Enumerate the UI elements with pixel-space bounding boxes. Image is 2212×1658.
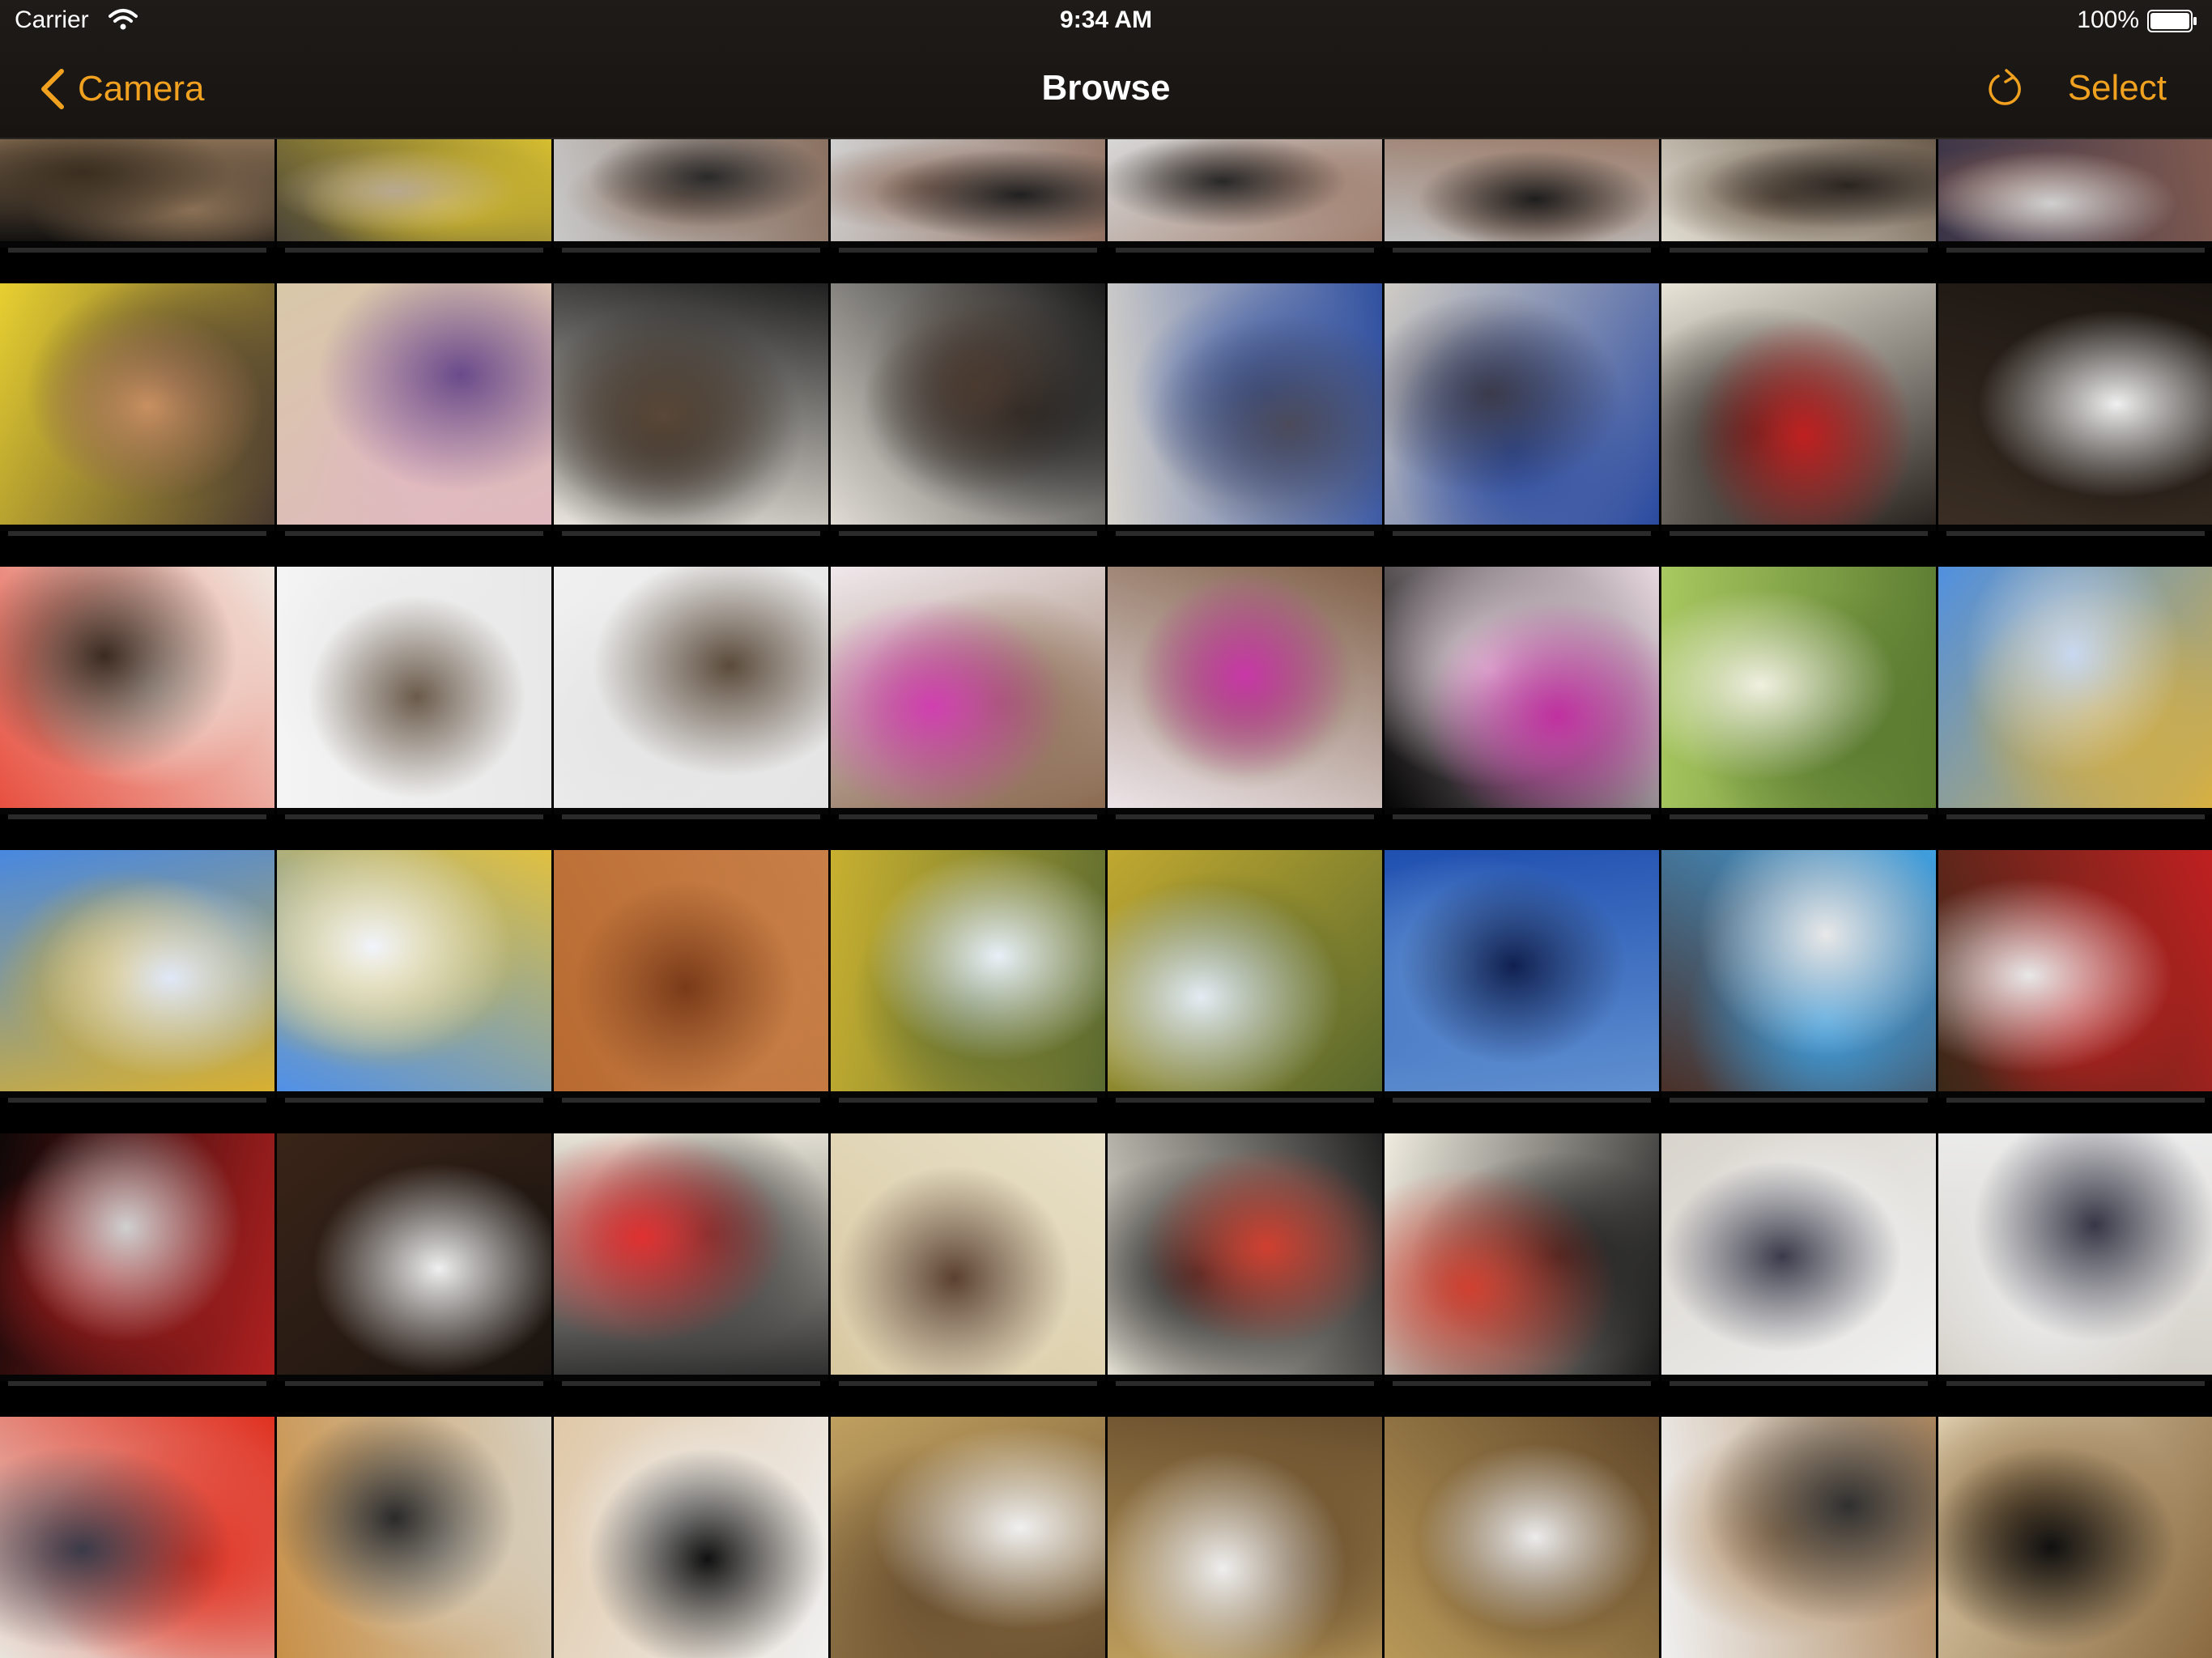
photo-thumbnail[interactable] — [1661, 567, 1936, 814]
photo-thumbnail[interactable] — [1661, 283, 1936, 531]
photo-thumbnail[interactable] — [554, 283, 828, 531]
photo-thumbnail[interactable] — [831, 136, 1105, 248]
photo-thumbnail[interactable] — [0, 136, 274, 248]
photo-thumbnail[interactable] — [554, 850, 828, 1098]
photo-thumbnail[interactable] — [1938, 1417, 2212, 1658]
photo-thumbnail[interactable] — [277, 567, 551, 814]
photo-thumbnail[interactable] — [277, 850, 551, 1098]
photo-thumbnail[interactable] — [1108, 1417, 1382, 1658]
photo-thumbnail[interactable] — [1938, 283, 2212, 531]
photo-thumbnail[interactable] — [277, 283, 551, 531]
top-bar: Carrier 9:34 AM 100% Camera Browse Selec… — [0, 0, 2212, 139]
photo-thumbnail[interactable] — [1108, 136, 1382, 248]
photo-thumbnail[interactable] — [1385, 283, 1659, 531]
photo-thumbnail[interactable] — [1938, 850, 2212, 1098]
photo-thumbnail[interactable] — [1938, 136, 2212, 248]
photo-thumbnail[interactable] — [277, 1417, 551, 1658]
battery-icon — [2147, 10, 2197, 32]
photo-thumbnail[interactable] — [1385, 567, 1659, 814]
photo-thumbnail[interactable] — [1108, 283, 1382, 531]
photo-thumbnail[interactable] — [554, 1133, 828, 1381]
photo-thumbnail[interactable] — [1938, 567, 2212, 814]
browse-screen: Carrier 9:34 AM 100% Camera Browse Selec… — [0, 0, 2212, 1658]
photo-thumbnail[interactable] — [554, 136, 828, 248]
photo-thumbnail[interactable] — [1385, 850, 1659, 1098]
photo-thumbnail[interactable] — [277, 1133, 551, 1381]
navigation-bar: Camera Browse Select — [0, 44, 2212, 136]
photo-thumbnail[interactable] — [1385, 1417, 1659, 1658]
photo-thumbnail[interactable] — [554, 567, 828, 814]
photo-thumbnail[interactable] — [0, 1417, 274, 1658]
select-button[interactable]: Select — [2068, 68, 2167, 108]
photo-thumbnail[interactable] — [0, 850, 274, 1098]
photo-thumbnail[interactable] — [0, 1133, 274, 1381]
photo-thumbnail[interactable] — [831, 1133, 1105, 1381]
battery-percentage: 100% — [2077, 6, 2139, 33]
photo-thumbnail[interactable] — [831, 850, 1105, 1098]
photo-thumbnail[interactable] — [1108, 850, 1382, 1098]
photo-thumbnail[interactable] — [1661, 850, 1936, 1098]
photo-grid — [0, 136, 2212, 1658]
photo-thumbnail[interactable] — [831, 1417, 1105, 1658]
clock: 9:34 AM — [1060, 6, 1152, 33]
photo-thumbnail[interactable] — [1661, 1133, 1936, 1381]
photo-thumbnail[interactable] — [554, 1417, 828, 1658]
photo-thumbnail[interactable] — [1385, 136, 1659, 248]
photo-thumbnail[interactable] — [277, 136, 551, 248]
photo-thumbnail[interactable] — [1661, 1417, 1936, 1658]
photo-thumbnail[interactable] — [1108, 1133, 1382, 1381]
photo-thumbnail[interactable] — [0, 283, 274, 531]
photo-thumbnail[interactable] — [1938, 1133, 2212, 1381]
photo-thumbnail[interactable] — [1661, 136, 1936, 248]
status-bar: Carrier 9:34 AM 100% — [0, 0, 2212, 44]
photo-thumbnail[interactable] — [1108, 567, 1382, 814]
photo-thumbnail[interactable] — [831, 283, 1105, 531]
photo-thumbnail[interactable] — [0, 567, 274, 814]
photo-thumbnail[interactable] — [831, 567, 1105, 814]
photo-thumbnail[interactable] — [1385, 1133, 1659, 1381]
page-title: Browse — [1041, 68, 1171, 108]
refresh-icon[interactable] — [1980, 66, 2026, 112]
